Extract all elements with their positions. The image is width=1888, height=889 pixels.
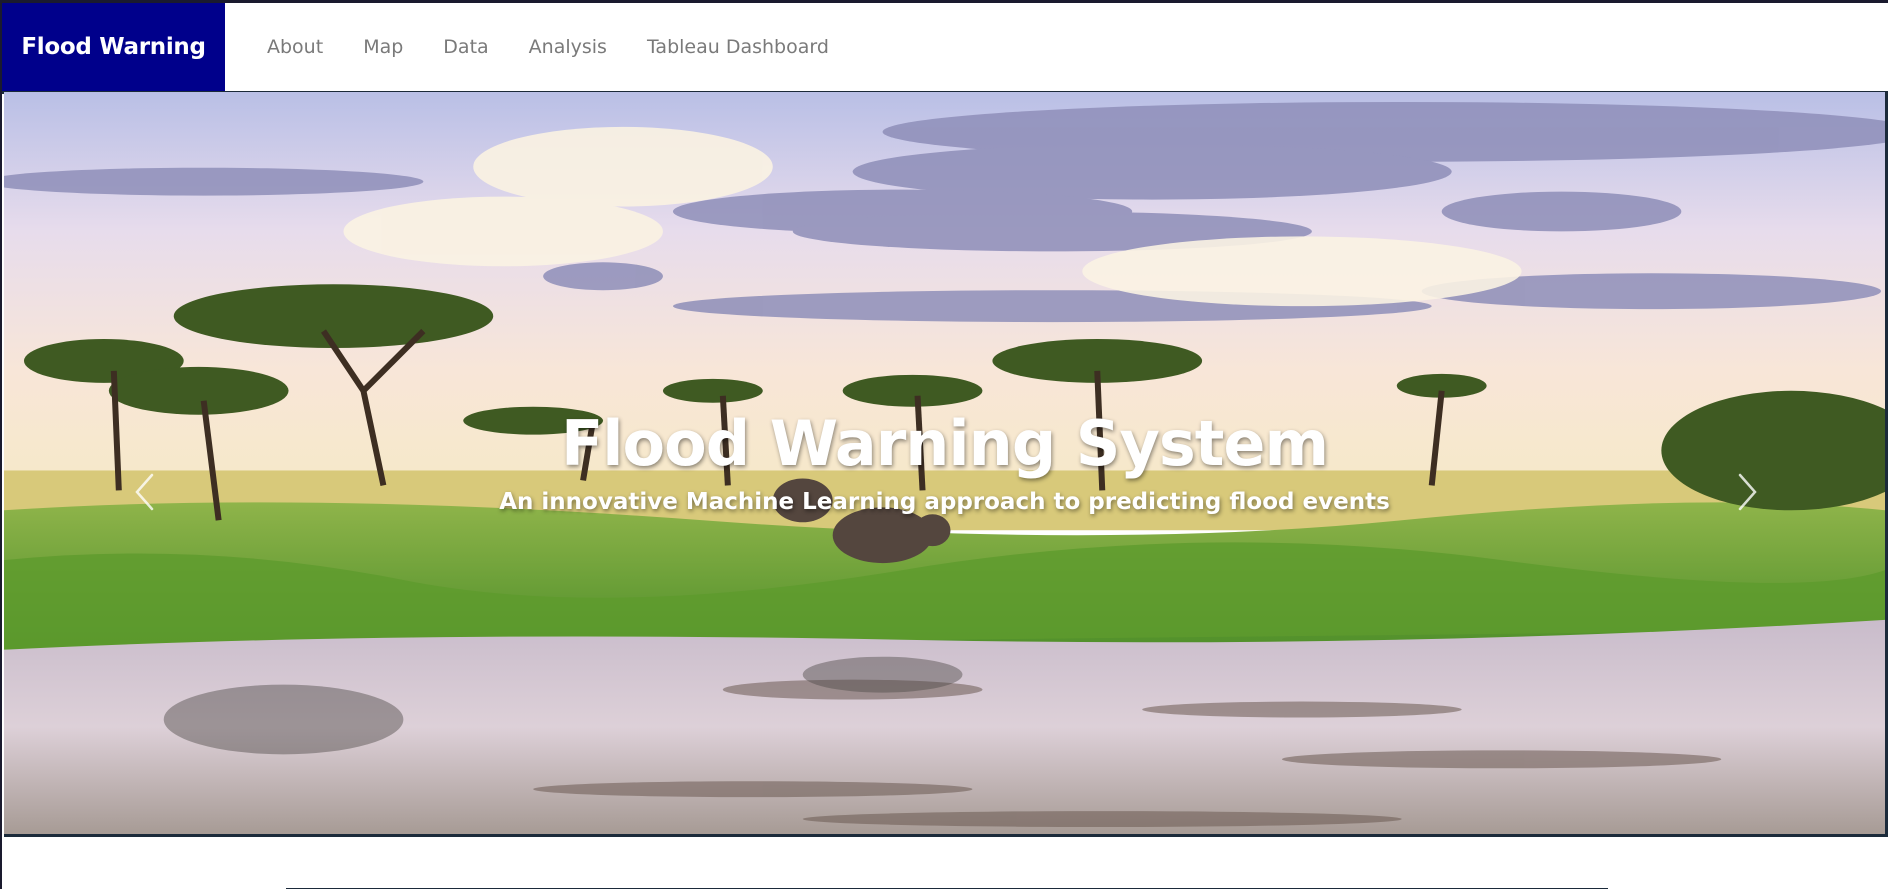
top-navbar: Flood Warning About Map Data Analysis Ta… [2, 3, 1888, 94]
nav-link-analysis[interactable]: Analysis [509, 3, 627, 91]
hero-caption: Flood Warning System An innovative Machi… [4, 407, 1885, 517]
nav-link-about[interactable]: About [247, 3, 343, 91]
hero-subtitle: An innovative Machine Learning approach … [499, 489, 1390, 515]
nav-link-map[interactable]: Map [343, 3, 423, 91]
brand-logo-link[interactable]: Flood Warning [2, 3, 225, 91]
hero-title: Flood Warning System [560, 407, 1329, 480]
nav-links: About Map Data Analysis Tableau Dashboar… [247, 3, 849, 91]
hero-carousel: Flood Warning System An innovative Machi… [4, 92, 1888, 837]
page: Flood Warning About Map Data Analysis Ta… [0, 0, 1888, 889]
nav-link-tableau-dashboard[interactable]: Tableau Dashboard [627, 3, 849, 91]
nav-link-data[interactable]: Data [423, 3, 508, 91]
